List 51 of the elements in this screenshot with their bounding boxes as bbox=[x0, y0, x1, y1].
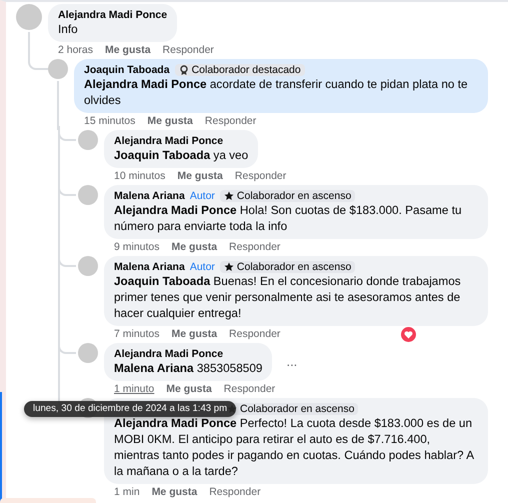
author-name[interactable]: Alejandra Madi Ponce bbox=[114, 348, 224, 360]
reply-link[interactable]: Responder bbox=[234, 168, 286, 184]
comment-text: Malena Ariana 3853058509 bbox=[114, 360, 262, 376]
avatar[interactable] bbox=[16, 4, 42, 30]
like-link[interactable]: Me gusta bbox=[152, 484, 198, 500]
reply-link[interactable]: Responder bbox=[162, 42, 214, 58]
author-name[interactable]: Joaquin Taboada bbox=[84, 64, 170, 76]
author-name[interactable]: Alejandra Madi Ponce bbox=[58, 9, 168, 21]
reply-link[interactable]: Responder bbox=[229, 240, 280, 256]
author-name[interactable]: Malena Ariana bbox=[114, 261, 185, 273]
author-name[interactable]: Alejandra Madi Ponce bbox=[114, 135, 224, 147]
like-link[interactable]: Me gusta bbox=[172, 326, 218, 342]
timestamp-link[interactable]: 10 minutos bbox=[114, 168, 166, 184]
timestamp-link[interactable]: 15 minutos bbox=[84, 114, 136, 130]
like-link[interactable]: Me gusta bbox=[147, 114, 193, 130]
avatar[interactable] bbox=[48, 59, 68, 79]
star-icon bbox=[224, 262, 234, 272]
award-icon bbox=[178, 65, 189, 75]
avatar[interactable] bbox=[78, 256, 98, 276]
star-icon bbox=[224, 191, 234, 201]
comment-text: Info bbox=[58, 21, 79, 37]
comment-text: Alejandra Madi Ponce acordate de transferir cuando te pidan plata no te olvides bbox=[84, 76, 469, 108]
comment-text: Alejandra Madi Ponce Hola! Son cuotas de $183.000. Pasame tu número para enviarte toda la info bbox=[114, 202, 463, 234]
date-tooltip: lunes, 30 de diciembre de 2024 a las 1:43 pm bbox=[24, 401, 236, 417]
like-link[interactable]: Me gusta bbox=[177, 168, 223, 184]
reply-link[interactable]: Responder bbox=[204, 114, 256, 130]
avatar[interactable] bbox=[78, 343, 98, 363]
comment-text: Joaquin Taboada Buenas! En el concesionario donde trabajamos primer tenes que venir personalmente asi te asesoramos antes de hacer cualquier entrega! bbox=[114, 273, 462, 321]
timestamp-link[interactable]: 2 horas bbox=[58, 42, 94, 58]
heart-reaction-icon[interactable] bbox=[401, 327, 416, 342]
like-link[interactable]: Me gusta bbox=[105, 42, 151, 58]
timestamp-link[interactable]: 9 minutos bbox=[114, 240, 160, 256]
timestamp-link[interactable]: 1 min bbox=[114, 484, 140, 500]
like-link[interactable]: Me gusta bbox=[166, 382, 212, 398]
comment-text: Joaquin Taboada ya veo bbox=[114, 147, 248, 163]
like-link[interactable]: Me gusta bbox=[172, 240, 218, 256]
reply-link[interactable]: Responder bbox=[229, 326, 280, 342]
author-tag: Autor bbox=[190, 190, 215, 202]
comment-text: Alejandra Madi Ponce Perfecto! La cuota desde $183.000 es de un MOBI 0KM. El anticipo para retirar el auto es de $7.716.400, mientras tanto podes ir pagando en cuotas. Cuándo podes hablar? A la mañana o a la tarde? bbox=[114, 415, 475, 479]
author-tag: Autor bbox=[190, 261, 215, 273]
avatar[interactable] bbox=[78, 130, 98, 150]
contributor-badge: Colaborador en ascenso bbox=[220, 261, 356, 273]
more-options-button[interactable]: ... bbox=[286, 352, 298, 372]
contributor-badge: Colaborador destacado bbox=[174, 64, 305, 76]
timestamp-link[interactable]: 1 minuto bbox=[114, 382, 154, 398]
reply-link[interactable]: Responder bbox=[209, 484, 261, 500]
contributor-badge: Colaborador en ascenso bbox=[220, 190, 356, 202]
author-name[interactable]: Malena Ariana bbox=[114, 190, 185, 202]
avatar[interactable] bbox=[78, 185, 98, 205]
reply-link[interactable]: Responder bbox=[224, 382, 276, 398]
timestamp-link[interactable]: 7 minutos bbox=[114, 326, 160, 342]
